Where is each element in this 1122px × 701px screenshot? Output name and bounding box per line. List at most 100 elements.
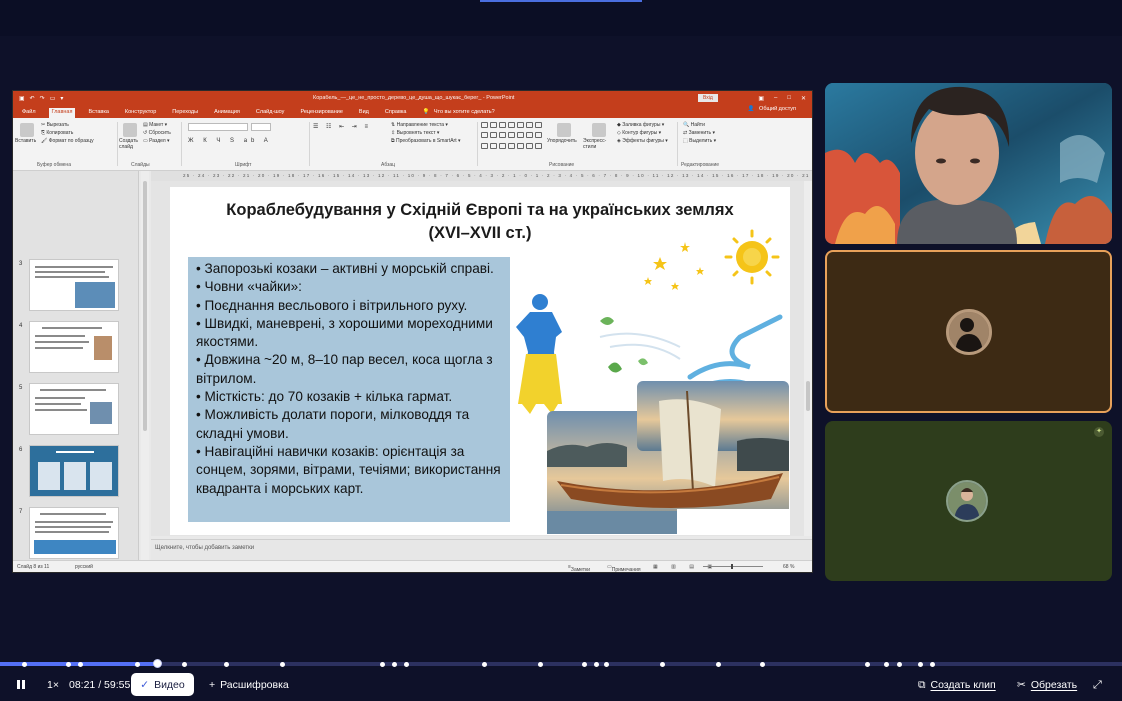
zoom-slider-thumb[interactable] <box>731 564 733 569</box>
find-button[interactable]: 🔍 Найти <box>683 121 716 129</box>
paragraph-buttons[interactable]: ☰ ☷ ⇤ ⇥ ≡ <box>313 123 371 130</box>
timeline-marker[interactable] <box>392 661 397 667</box>
pause-icon[interactable] <box>17 680 26 689</box>
video-tab-button[interactable]: ✓ Видео <box>131 673 194 696</box>
timeline-marker[interactable] <box>224 661 229 667</box>
shape-effects-button[interactable]: ◈ Эффекты фигуры ▾ <box>617 137 668 145</box>
smartart-button[interactable]: ⧉ Преобразовать в SmartArt ▾ <box>391 137 461 145</box>
layout-button[interactable]: ▤ Макет ▾ <box>143 121 171 129</box>
slide-thumbnail[interactable] <box>29 507 119 559</box>
notes-pane[interactable]: Щелкните, чтобы добавить заметки <box>151 539 812 561</box>
section-button[interactable]: ▭ Раздел ▾ <box>143 137 171 145</box>
participant-video-tile[interactable] <box>825 83 1112 244</box>
tell-me-search[interactable]: 💡 Что вы хотите сделать? <box>419 108 500 118</box>
timeline-marker[interactable] <box>865 661 870 667</box>
slide-thumbnail[interactable] <box>29 321 119 373</box>
create-clip-button[interactable]: ⧉ Создать клип <box>918 679 996 692</box>
timeline-marker[interactable] <box>660 661 665 667</box>
comments-toggle[interactable]: ▭ Примечания <box>607 564 641 572</box>
font-size-input[interactable] <box>251 123 271 131</box>
shapes-gallery[interactable] <box>481 122 543 152</box>
playback-timeline[interactable] <box>0 659 1122 668</box>
replace-button[interactable]: ⇄ Заменить ▾ <box>683 129 716 137</box>
slide-thumbnail[interactable] <box>29 445 119 497</box>
timeline-marker[interactable] <box>897 661 902 667</box>
timeline-marker[interactable] <box>135 661 140 667</box>
participant-tile-active-speaker[interactable] <box>825 250 1112 413</box>
customize-icon[interactable]: ▾ <box>60 95 63 102</box>
timeline-marker[interactable] <box>78 661 83 667</box>
trim-button[interactable]: ✂ Обрезать <box>1017 679 1077 691</box>
save-icon[interactable]: ▣ <box>19 95 25 102</box>
timeline-marker[interactable] <box>182 661 187 667</box>
zoom-slider[interactable] <box>703 564 763 569</box>
font-format-buttons[interactable]: Ж К Ч S ab A <box>188 138 272 144</box>
view-buttons[interactable]: ▦ ▥ ▤ ▣ <box>653 564 718 570</box>
select-button[interactable]: ⬚ Выделить ▾ <box>683 137 716 145</box>
timeline-marker[interactable] <box>482 661 487 667</box>
timeline-marker[interactable] <box>760 661 765 667</box>
timeline-marker[interactable] <box>380 661 385 667</box>
timeline-marker[interactable] <box>66 661 71 667</box>
format-painter-label: Формат по образцу <box>48 138 94 144</box>
tab-design[interactable]: Конструктор <box>122 108 159 118</box>
speed-button[interactable]: 1× <box>47 679 59 691</box>
quick-styles-button[interactable]: Экспресс-стили <box>583 121 615 150</box>
fullscreen-icon[interactable]: ⤢ <box>1093 679 1102 692</box>
notes-toggle[interactable]: ≡ Заметки <box>568 564 590 572</box>
slide-thumbnail[interactable] <box>29 259 119 311</box>
zoom-level[interactable]: 68 % <box>783 564 794 570</box>
tab-slideshow[interactable]: Слайд-шоу <box>253 108 288 118</box>
arrange-button[interactable]: Упорядочить <box>547 121 581 144</box>
tab-view[interactable]: Вид <box>356 108 372 118</box>
tab-transitions[interactable]: Переходы <box>169 108 201 118</box>
align-text-button[interactable]: ⇳ Выровнять текст ▾ <box>391 129 461 137</box>
text-direction-button[interactable]: ⇅ Направление текста ▾ <box>391 121 461 129</box>
tab-insert[interactable]: Вставка <box>85 108 111 118</box>
tab-file[interactable]: Файл <box>19 108 39 118</box>
timeline-marker[interactable] <box>716 661 721 667</box>
timeline-marker[interactable] <box>538 661 543 667</box>
minimize-icon[interactable]: – <box>774 95 777 102</box>
new-slide-button[interactable]: Создать слайд <box>119 121 141 150</box>
timeline-marker[interactable] <box>280 661 285 667</box>
present-icon[interactable]: ▭ <box>50 95 56 102</box>
group-label-editing: Редактирование <box>681 162 720 168</box>
tab-review[interactable]: Рецензирование <box>297 108 345 118</box>
participant-tile[interactable]: ✦ <box>825 421 1112 581</box>
tab-home[interactable]: Главная <box>48 108 76 118</box>
shape-outline-button[interactable]: ◇ Контур фигуры ▾ <box>617 129 668 137</box>
timeline-marker[interactable] <box>22 661 27 667</box>
font-name-input[interactable] <box>188 123 248 131</box>
timeline-marker[interactable] <box>930 661 935 667</box>
thumbnail-scrollbar[interactable] <box>141 171 149 561</box>
timeline-marker[interactable] <box>884 661 889 667</box>
language-indicator[interactable]: русский <box>75 564 93 570</box>
undo-icon[interactable]: ↶ <box>30 95 35 102</box>
maximize-icon[interactable]: □ <box>787 95 791 102</box>
new-slide-icon <box>123 123 137 137</box>
timeline-marker[interactable] <box>594 661 599 667</box>
transcript-button[interactable]: + Расшифровка <box>209 679 289 691</box>
share-button[interactable]: 👤 Общий доступ <box>745 105 802 115</box>
timeline-marker[interactable] <box>604 661 609 667</box>
bullet-textbox[interactable]: • Запорозькі козаки – активні у морській… <box>188 257 510 522</box>
shape-fill-button[interactable]: ◆ Заливка фигуры ▾ <box>617 121 668 129</box>
close-icon[interactable]: ✕ <box>801 95 806 102</box>
ribbon-options-icon[interactable]: ▣ <box>758 95 764 102</box>
cut-button[interactable]: ✂ Вырезать <box>41 121 94 129</box>
timeline-marker[interactable] <box>918 661 923 667</box>
redo-icon[interactable]: ↷ <box>40 95 45 102</box>
reset-button[interactable]: ↺ Сбросить <box>143 129 171 137</box>
paste-button[interactable]: Вставить <box>15 121 39 144</box>
slide-thumbnail[interactable] <box>29 383 119 435</box>
signin-button[interactable]: Вхід <box>698 94 718 102</box>
slide-scrollbar[interactable] <box>804 181 812 536</box>
timeline-marker[interactable] <box>404 661 409 667</box>
timeline-handle[interactable] <box>153 659 162 668</box>
timeline-marker[interactable] <box>582 661 587 667</box>
tab-help[interactable]: Справка <box>382 108 410 118</box>
format-painter-button[interactable]: 🖌 Формат по образцу <box>41 137 94 145</box>
copy-button[interactable]: ⎘ Копировать <box>41 129 94 137</box>
tab-animations[interactable]: Анимация <box>211 108 243 118</box>
